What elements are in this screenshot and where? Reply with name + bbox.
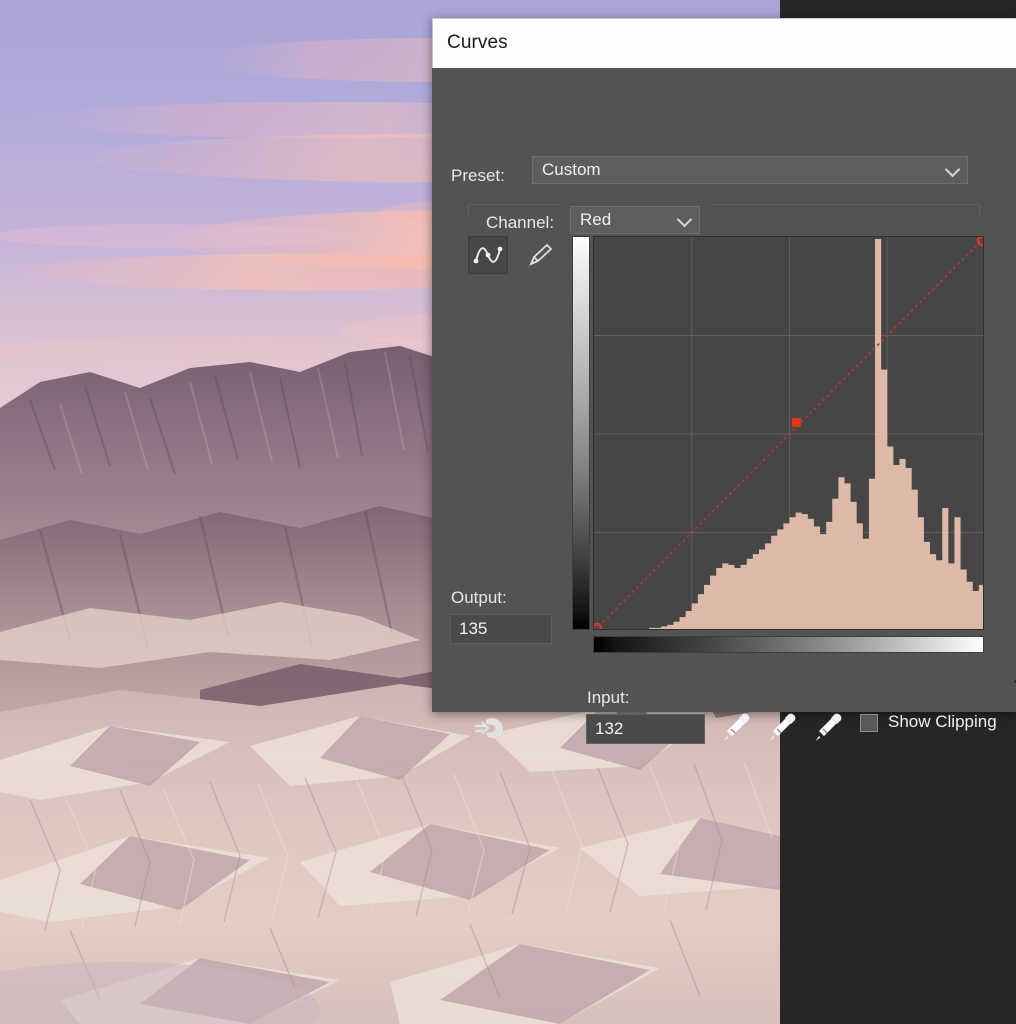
channel-value: Red <box>580 210 612 229</box>
dialog-title: Curves <box>447 32 508 53</box>
dialog-titlebar[interactable]: Curves <box>432 18 1016 68</box>
smooth-curve-tool-button[interactable] <box>472 711 510 745</box>
eyedropper-icon <box>723 713 750 741</box>
preset-label: Preset: <box>451 166 505 185</box>
preset-value: Custom <box>542 160 601 179</box>
curve-icon <box>473 246 503 264</box>
input-field[interactable]: 132 <box>586 714 705 744</box>
curve-point-tool-button[interactable] <box>468 236 508 274</box>
channel-group-frame <box>468 204 980 218</box>
curve-active-point <box>791 417 801 427</box>
input-label: Input: <box>587 688 630 707</box>
set-gray-point-eyedropper[interactable] <box>766 710 798 744</box>
channel-select[interactable]: Red <box>570 206 700 234</box>
curve-endpoint-white <box>976 237 983 247</box>
pencil-icon <box>529 243 553 266</box>
output-gradient-bar <box>572 236 590 630</box>
chevron-down-icon <box>944 161 961 178</box>
eyedropper-icon <box>815 713 842 741</box>
curve-endpoint-black <box>594 622 603 629</box>
show-clipping-label: Show Clipping <box>888 712 997 731</box>
channel-label: Channel: <box>486 213 555 232</box>
dialog-body: Preset: Custom Channel: Red Output: 135 … <box>432 68 1016 744</box>
set-black-point-eyedropper[interactable] <box>720 710 752 744</box>
eyedropper-icon <box>769 713 796 741</box>
output-label: Output: <box>451 588 507 607</box>
curves-graph[interactable] <box>593 236 984 630</box>
show-clipping-checkbox[interactable] <box>860 714 878 732</box>
output-field[interactable]: 135 <box>450 614 552 644</box>
input-gradient-bar <box>593 636 984 653</box>
curves-dialog: Curves Preset: Custom Channel: Red Outpu… <box>432 18 1016 744</box>
set-white-point-eyedropper[interactable] <box>812 710 844 744</box>
pencil-tool-button[interactable] <box>520 236 560 274</box>
chevron-down-icon <box>676 211 693 228</box>
smooth-hand-icon <box>475 718 504 739</box>
preset-select[interactable]: Custom <box>532 156 968 184</box>
